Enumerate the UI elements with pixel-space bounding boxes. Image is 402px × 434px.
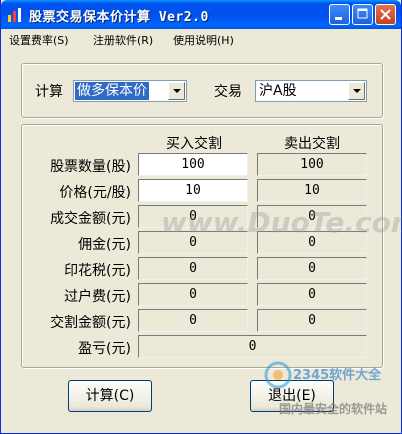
trade-type-value: 沪A股 bbox=[259, 83, 297, 99]
chevron-down-icon bbox=[173, 89, 181, 93]
calculate-button[interactable]: 计算(C) bbox=[68, 380, 152, 412]
row-label-stamp-tax: 印花税(元) bbox=[64, 263, 131, 279]
exit-button[interactable]: 退出(E) bbox=[250, 380, 334, 412]
row-label-price: 价格(元/股) bbox=[59, 185, 131, 201]
minimize-icon bbox=[335, 17, 342, 20]
calc-label: 计算 bbox=[35, 84, 63, 100]
menu-register[interactable]: 注册软件(R) bbox=[93, 32, 153, 48]
sell-settlement-field: 0 bbox=[257, 309, 367, 332]
maximize-button[interactable] bbox=[352, 4, 373, 25]
chevron-down-icon bbox=[353, 89, 361, 93]
trade-label: 交易 bbox=[214, 84, 242, 100]
row-label-commission: 佣金(元) bbox=[78, 237, 131, 253]
buy-settlement-field: 0 bbox=[138, 309, 248, 332]
buy-transfer-fee-field: 0 bbox=[138, 283, 248, 306]
buy-commission-field: 0 bbox=[138, 231, 248, 254]
app-chart-icon bbox=[8, 8, 21, 22]
menu-help[interactable]: 使用说明(H) bbox=[173, 32, 234, 48]
buy-quantity-input[interactable]: 100 bbox=[138, 153, 248, 176]
calc-mode-value: 做多保本价 bbox=[75, 82, 149, 100]
trade-type-dropdown-button[interactable] bbox=[348, 82, 365, 100]
window-title: 股票交易保本价计算 Ver2.0 bbox=[29, 10, 209, 25]
close-button[interactable] bbox=[375, 4, 396, 25]
buy-price-input[interactable]: 10 bbox=[138, 179, 248, 202]
sell-transfer-fee-field: 0 bbox=[257, 283, 367, 306]
sell-stamp-tax-field: 0 bbox=[257, 257, 367, 280]
calc-mode-dropdown-button[interactable] bbox=[168, 82, 185, 100]
row-label-profit: 盈亏(元) bbox=[78, 341, 131, 357]
title-bar[interactable]: 股票交易保本价计算 Ver2.0 bbox=[1, 0, 401, 29]
row-label-quantity: 股票数量(股) bbox=[50, 159, 131, 175]
column-header-buy: 买入交割 bbox=[166, 136, 222, 152]
calc-mode-select[interactable]: 做多保本价 bbox=[73, 80, 187, 102]
row-label-settlement: 交割金额(元) bbox=[50, 315, 131, 331]
sell-quantity-input[interactable]: 100 bbox=[257, 153, 367, 176]
menu-bar: 设置费率(S) 注册软件(R) 使用说明(H) bbox=[1, 29, 401, 49]
sell-amount-field: 0 bbox=[257, 205, 367, 228]
row-label-transfer-fee: 过户费(元) bbox=[64, 289, 131, 305]
app-window: 股票交易保本价计算 Ver2.0 设置费率(S) 注册软件(R) 使用说明(H)… bbox=[0, 0, 402, 434]
sell-price-input[interactable]: 10 bbox=[257, 179, 367, 202]
buy-amount-field: 0 bbox=[138, 205, 248, 228]
buy-stamp-tax-field: 0 bbox=[138, 257, 248, 280]
trade-type-select[interactable]: 沪A股 bbox=[255, 80, 367, 102]
column-header-sell: 卖出交割 bbox=[284, 136, 340, 152]
sell-commission-field: 0 bbox=[257, 231, 367, 254]
minimize-button[interactable] bbox=[329, 4, 350, 25]
maximize-icon bbox=[357, 8, 368, 19]
profit-field: 0 bbox=[138, 335, 367, 358]
row-label-amount: 成交金额(元) bbox=[50, 211, 131, 227]
close-icon bbox=[380, 9, 391, 20]
menu-settings-rate[interactable]: 设置费率(S) bbox=[9, 32, 69, 48]
